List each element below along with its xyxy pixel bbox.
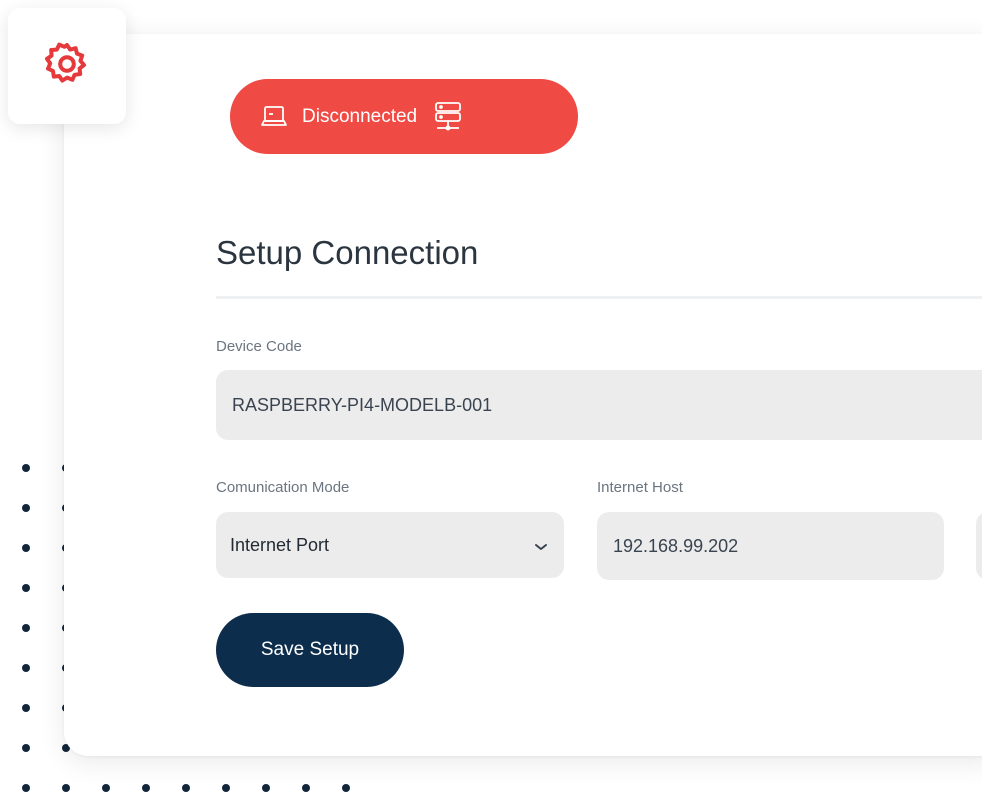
save-setup-button[interactable]: Save Setup bbox=[216, 613, 404, 687]
decorative-dot bbox=[22, 704, 30, 712]
decorative-dot bbox=[142, 784, 150, 792]
decorative-dot bbox=[262, 784, 270, 792]
communication-mode-value: Internet Port bbox=[230, 534, 330, 555]
connection-status-label: Disconnected bbox=[302, 105, 418, 127]
decorative-dot bbox=[302, 784, 310, 792]
decorative-dot bbox=[22, 464, 30, 472]
internet-host-field[interactable] bbox=[597, 512, 944, 580]
decorative-dot bbox=[62, 784, 70, 792]
decorative-dot bbox=[22, 544, 30, 552]
communication-mode-label: Comunication Mode bbox=[216, 479, 350, 496]
decorative-dot bbox=[22, 744, 30, 752]
decorative-dot bbox=[222, 784, 230, 792]
connection-status-badge: Disconnected bbox=[230, 79, 578, 154]
title-divider bbox=[216, 296, 982, 299]
partial-hidden-field[interactable] bbox=[976, 512, 982, 580]
gear-icon bbox=[43, 40, 91, 93]
decorative-dot bbox=[22, 504, 30, 512]
device-code-label: Device Code bbox=[216, 338, 302, 355]
communication-mode-select[interactable]: Internet Port bbox=[216, 512, 564, 578]
decorative-dot bbox=[102, 784, 110, 792]
decorative-dot bbox=[22, 624, 30, 632]
decorative-dot bbox=[22, 584, 30, 592]
network-server-icon bbox=[431, 101, 465, 133]
decorative-dot bbox=[342, 784, 350, 792]
decorative-dot bbox=[22, 784, 30, 792]
decorative-dot bbox=[22, 664, 30, 672]
decorative-dot bbox=[182, 784, 190, 792]
laptop-icon bbox=[260, 104, 288, 130]
device-code-field[interactable] bbox=[216, 370, 982, 440]
settings-button[interactable] bbox=[8, 8, 126, 124]
chevron-down-icon bbox=[534, 536, 548, 557]
page-title: Setup Connection bbox=[216, 234, 479, 271]
internet-host-label: Internet Host bbox=[597, 479, 683, 496]
